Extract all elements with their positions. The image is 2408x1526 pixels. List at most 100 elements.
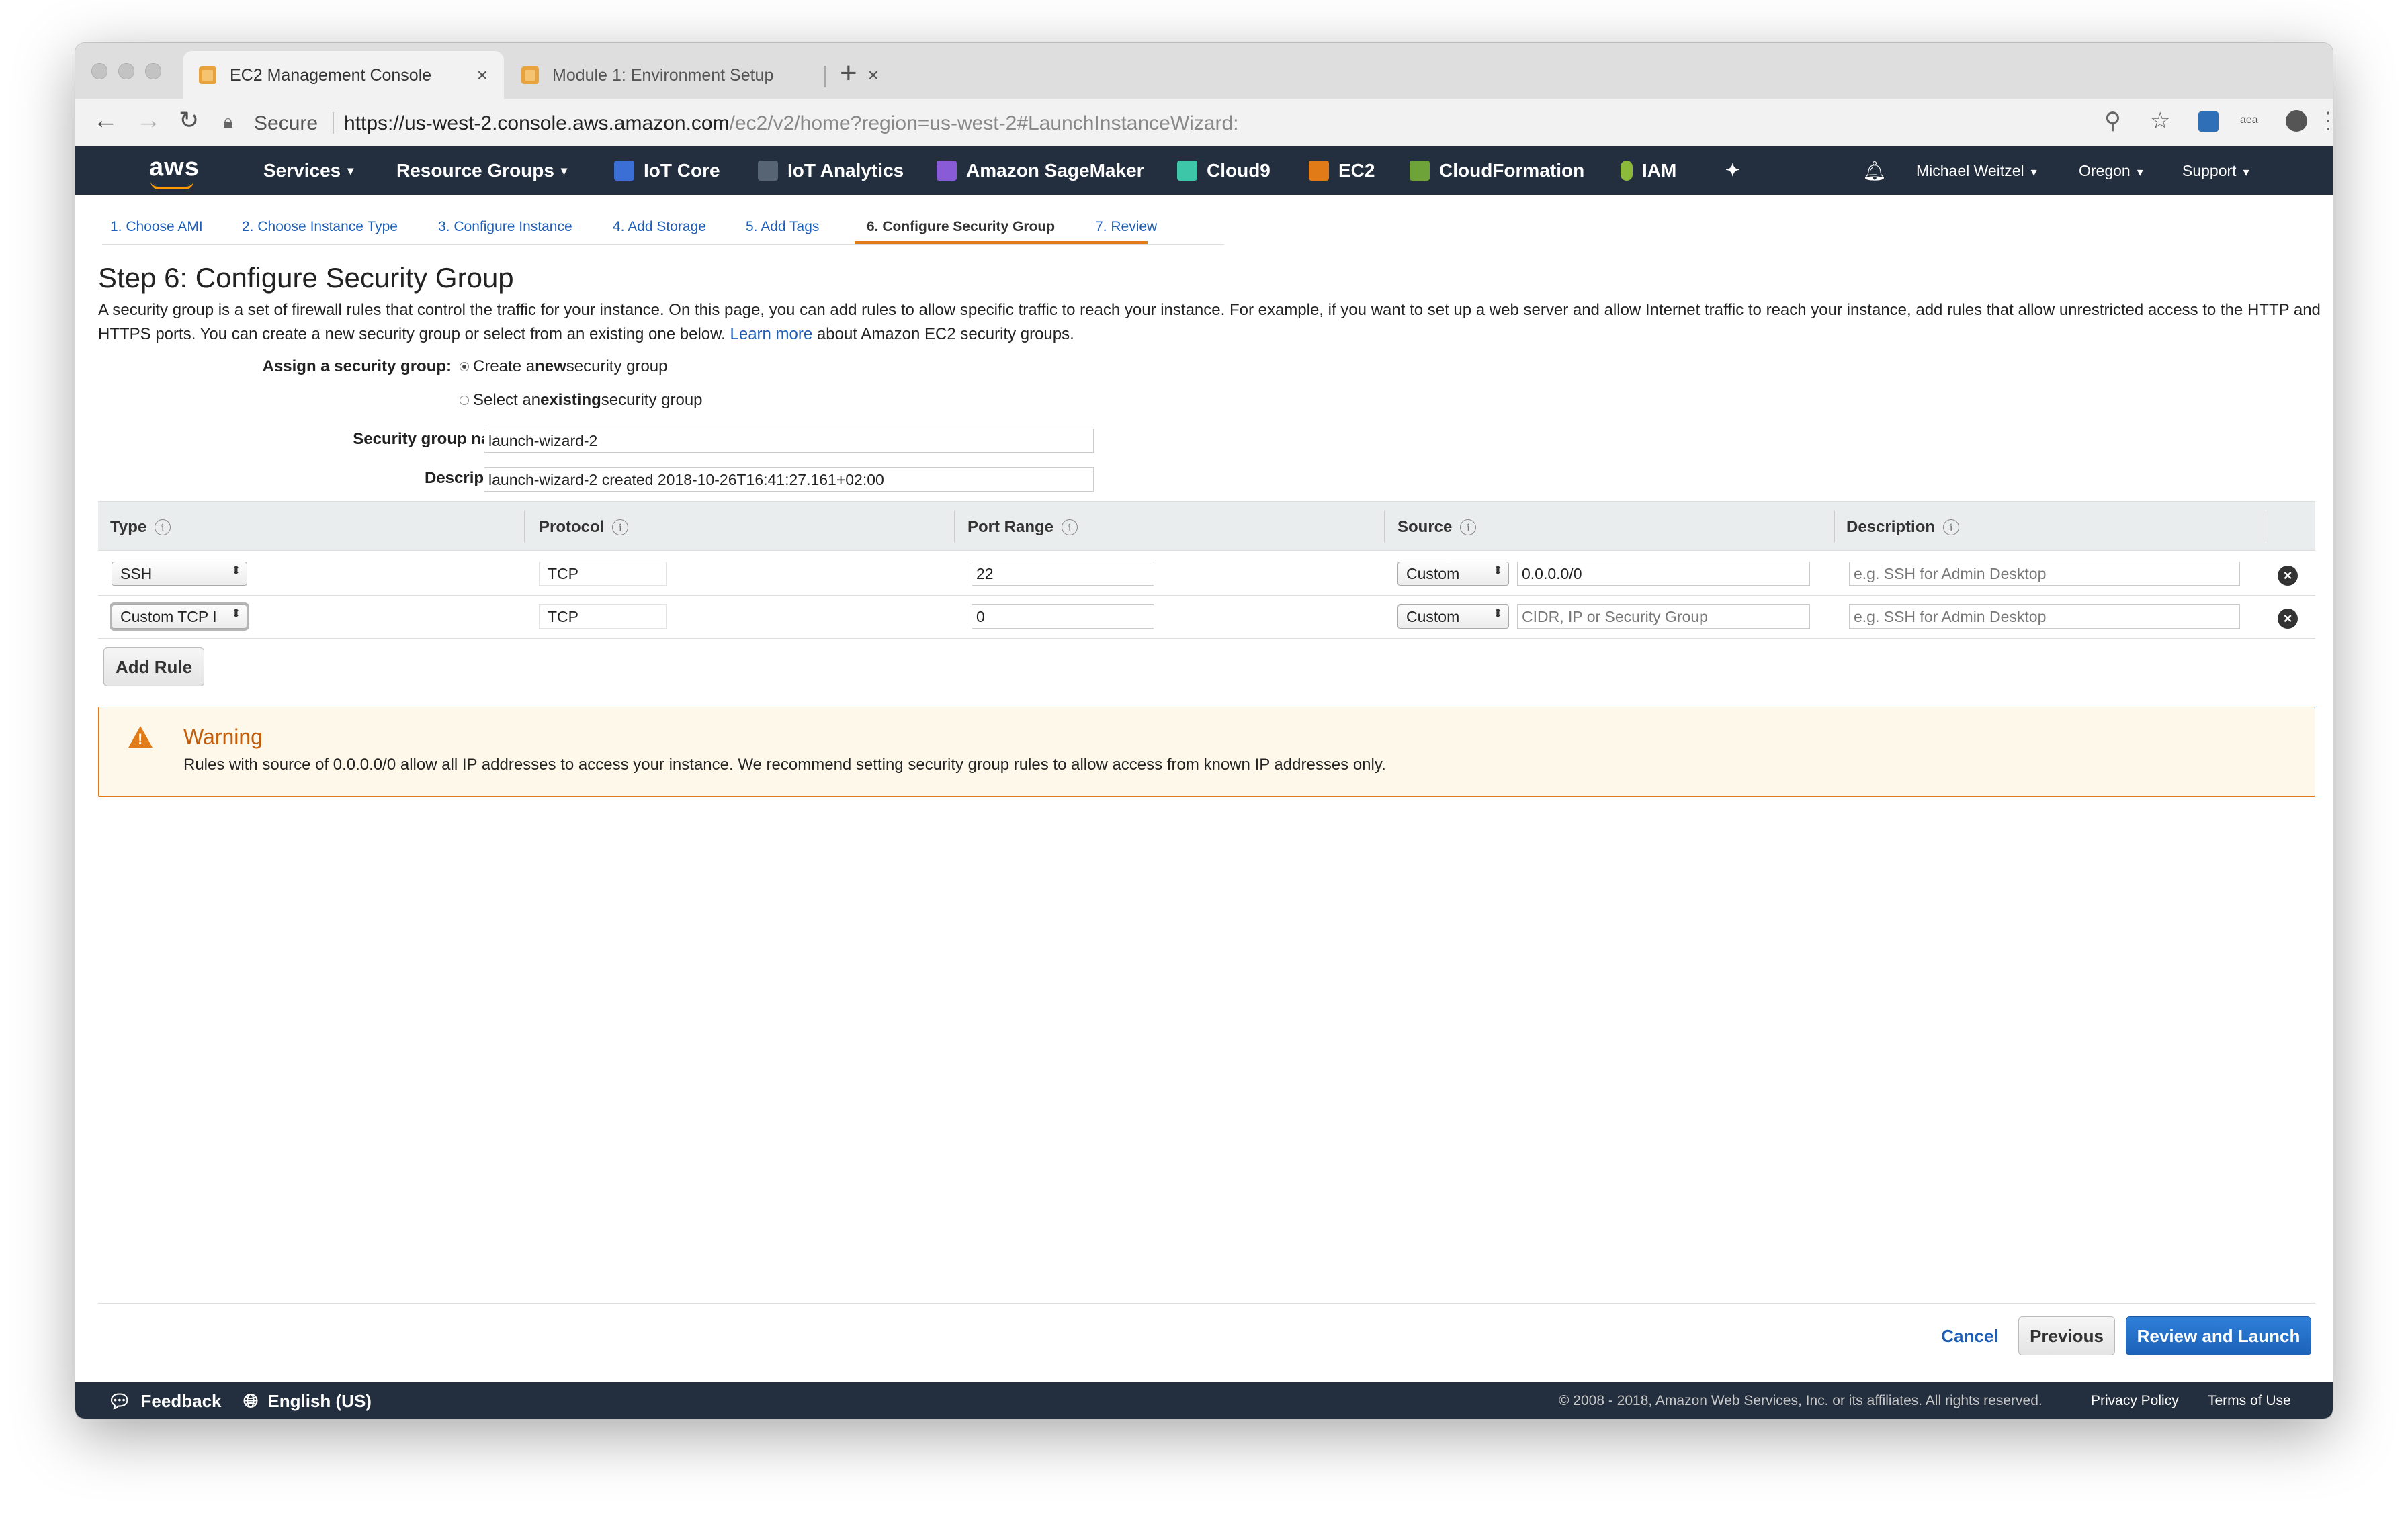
info-icon[interactable]: i xyxy=(612,519,629,535)
wizard-step-add-storage[interactable]: 4. Add Storage xyxy=(613,219,706,235)
rule-type-select[interactable]: Custom TCP I ⬍ xyxy=(112,604,247,629)
zoom-icon[interactable]: ⚲ xyxy=(2104,107,2121,134)
cancel-button[interactable]: Cancel xyxy=(1931,1316,2009,1355)
rule-type-select[interactable]: SSH ⬍ xyxy=(112,562,247,586)
tab-title: Module 1: Environment Setup f xyxy=(552,65,774,85)
radio-button[interactable] xyxy=(460,396,469,405)
language-selector[interactable]: 🌐︎ English (US) xyxy=(243,1390,372,1412)
wizard-step-configure-instance[interactable]: 3. Configure Instance xyxy=(438,219,572,235)
rule-port-input[interactable]: 0 xyxy=(972,604,1154,629)
shortcut-iot-core[interactable]: IoT Core xyxy=(614,160,720,181)
delete-rule-icon[interactable]: × xyxy=(2278,609,2298,629)
shortcut-iam[interactable]: IAM xyxy=(1621,160,1676,181)
url-field[interactable]: 🔒︎ Secure https://us-west-2.console.aws.… xyxy=(223,105,2205,139)
browser-menu-icon[interactable]: ⋮ xyxy=(2317,107,2333,134)
warning-panel: ! Warning Rules with source of 0.0.0.0/0… xyxy=(98,707,2315,797)
shortcut-iot-analytics[interactable]: IoT Analytics xyxy=(758,160,904,181)
cloud9-icon xyxy=(1177,161,1197,181)
minimize-window-button[interactable] xyxy=(118,63,134,79)
aws-logo[interactable]: aws xyxy=(149,153,200,182)
services-label: Services xyxy=(263,160,341,181)
radio-create-new[interactable]: Create a new security group xyxy=(460,357,668,376)
pin-icon[interactable]: ✦ xyxy=(1725,160,1740,181)
terms-of-use-link[interactable]: Terms of Use xyxy=(2208,1393,2291,1409)
bell-icon[interactable]: 🔔︎ xyxy=(1862,160,1887,182)
extension-aea[interactable]: aea xyxy=(2240,114,2258,126)
chevron-down-icon: ▾ xyxy=(560,163,567,177)
tab-strip: EC2 Management Console × Module 1: Envir… xyxy=(75,43,2333,99)
zoom-window-button[interactable] xyxy=(145,63,161,79)
rule-description-input[interactable]: e.g. SSH for Admin Desktop xyxy=(1849,562,2240,586)
shortcut-ec2[interactable]: EC2 xyxy=(1309,160,1375,181)
previous-button[interactable]: Previous xyxy=(2018,1316,2115,1355)
info-icon[interactable]: i xyxy=(1943,519,1960,535)
new-tab-button[interactable]: + xyxy=(840,56,857,90)
account-menu[interactable]: Michael Weitzel ▾ xyxy=(1916,162,2037,180)
info-icon[interactable]: i xyxy=(1062,519,1078,535)
row-divider xyxy=(98,595,2315,596)
intro-text-end: about Amazon EC2 security groups. xyxy=(816,325,1074,343)
tab-title: EC2 Management Console xyxy=(230,65,432,85)
bookmark-star-icon[interactable]: ☆ xyxy=(2150,107,2170,134)
region-menu[interactable]: Oregon ▾ xyxy=(2079,162,2143,180)
shortcut-label: Cloud9 xyxy=(1207,160,1271,181)
column-divider xyxy=(524,511,525,542)
assign-label: Assign a security group: xyxy=(262,357,452,375)
radio-button[interactable] xyxy=(460,362,469,371)
info-icon[interactable]: i xyxy=(155,519,171,535)
forward-icon[interactable]: → xyxy=(136,106,161,135)
url-path: /ec2/v2/home?region=us-west-2#LaunchInst… xyxy=(729,112,1239,134)
wizard-step-review[interactable]: 7. Review xyxy=(1095,219,1157,235)
info-icon[interactable]: i xyxy=(1460,519,1477,535)
back-icon[interactable]: ← xyxy=(93,106,118,135)
shortcut-sagemaker[interactable]: Amazon SageMaker xyxy=(937,160,1144,181)
header-label: Type xyxy=(110,518,147,536)
radio-select-existing[interactable]: Select an existing security group xyxy=(460,391,703,410)
shortcut-cloudformation[interactable]: CloudFormation xyxy=(1410,160,1584,181)
privacy-policy-link[interactable]: Privacy Policy xyxy=(2091,1393,2179,1409)
security-group-description-input[interactable]: launch-wizard-2 created 2018-10-26T16:41… xyxy=(484,467,1094,492)
add-rule-button[interactable]: Add Rule xyxy=(103,647,204,686)
rule-source-input[interactable]: 0.0.0.0/0 xyxy=(1517,562,1810,586)
browser-tab-module[interactable]: Module 1: Environment Setup f × xyxy=(505,51,895,99)
support-menu[interactable]: Support ▾ xyxy=(2182,162,2249,180)
tab-close-icon[interactable]: × xyxy=(868,64,879,86)
resource-groups-menu[interactable]: Resource Groups ▾ xyxy=(396,160,567,181)
delete-rule-icon[interactable]: × xyxy=(2278,566,2298,586)
wizard-step-add-tags[interactable]: 5. Add Tags xyxy=(746,219,819,235)
wizard-step-instance-type[interactable]: 2. Choose Instance Type xyxy=(242,219,398,235)
rules-table-header: Type i Protocol i Port Range i Source i Desc… xyxy=(98,501,2315,551)
rule-source-select[interactable]: Custom ⬍ xyxy=(1398,604,1509,629)
close-window-button[interactable] xyxy=(91,63,108,79)
tab-close-icon[interactable]: × xyxy=(477,64,488,86)
select-arrows-icon: ⬍ xyxy=(1492,607,1503,620)
user-name: Michael Weitzel xyxy=(1916,162,2024,179)
chevron-down-icon: ▾ xyxy=(2030,165,2037,179)
header-port-range: Port Range i xyxy=(968,518,1078,537)
security-group-name-input[interactable]: launch-wizard-2 xyxy=(484,429,1094,453)
browser-tab-ec2[interactable]: EC2 Management Console × xyxy=(183,51,504,99)
extension-icon[interactable] xyxy=(2198,111,2219,132)
wizard-step-choose-ami[interactable]: 1. Choose AMI xyxy=(110,219,203,235)
cloudformation-icon xyxy=(1410,161,1430,181)
warning-title: Warning xyxy=(183,725,263,749)
learn-more-link[interactable]: Learn more xyxy=(730,325,813,343)
wizard-step-security-group[interactable]: 6. Configure Security Group xyxy=(867,219,1055,235)
rule-description-input[interactable]: e.g. SSH for Admin Desktop xyxy=(1849,604,2240,629)
feedback-link[interactable]: 💬︎ Feedback xyxy=(108,1390,222,1412)
warning-icon: ! xyxy=(128,726,153,748)
shortcut-label: IoT Analytics xyxy=(787,160,904,181)
shortcut-cloud9[interactable]: Cloud9 xyxy=(1177,160,1271,181)
profile-avatar-icon[interactable] xyxy=(2286,110,2307,132)
aws-favicon-icon xyxy=(199,66,216,84)
header-label: Description xyxy=(1846,518,1936,536)
rule-port-input[interactable]: 22 xyxy=(972,562,1154,586)
rule-source-select[interactable]: Custom ⬍ xyxy=(1398,562,1509,586)
shortcut-label: EC2 xyxy=(1338,160,1375,181)
reload-icon[interactable]: ↻ xyxy=(179,106,199,134)
rule-source-input[interactable]: CIDR, IP or Security Group xyxy=(1517,604,1810,629)
review-and-launch-button[interactable]: Review and Launch xyxy=(2126,1316,2311,1355)
secure-label: Secure xyxy=(254,112,318,134)
services-menu[interactable]: Services ▾ xyxy=(263,160,353,181)
chevron-down-icon: ▾ xyxy=(2243,165,2249,179)
